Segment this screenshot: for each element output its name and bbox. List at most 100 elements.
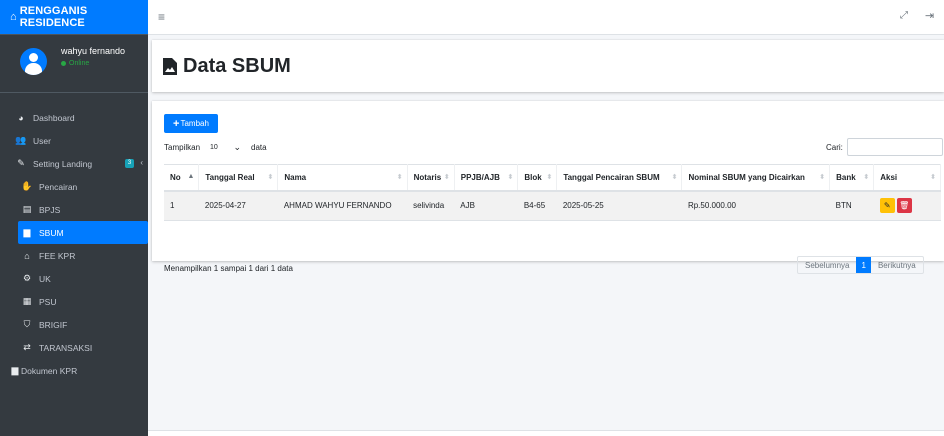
- search-control: Cari:: [826, 138, 943, 156]
- table-info: Menampilkan 1 sampai 1 dari 1 data: [164, 264, 293, 273]
- column-header-notaris[interactable]: Notaris ⬍: [407, 164, 455, 192]
- avatar[interactable]: [20, 48, 47, 75]
- sidebar-item-bpjs[interactable]: ▤ BPJS: [0, 198, 148, 221]
- sort-asc-icon: ▲: [187, 173, 195, 180]
- user-status-label: Online: [69, 60, 90, 67]
- sidebar-item-label: FEE KPR: [39, 250, 76, 261]
- add-button-label: Tambah: [180, 119, 209, 128]
- sidebar-item-label: Dokumen KPR: [21, 365, 78, 376]
- column-header-tanggal-real[interactable]: Tanggal Real ⬍: [198, 164, 279, 192]
- file-image-icon: [163, 57, 177, 75]
- footer: [148, 430, 944, 436]
- hamburger-menu-icon[interactable]: ≡: [158, 10, 165, 24]
- building-icon: ▦: [22, 296, 32, 306]
- user-name[interactable]: wahyu fernando: [61, 46, 125, 56]
- pagination-next[interactable]: Berikutnya: [871, 257, 923, 273]
- delete-button[interactable]: 🗑: [896, 198, 912, 214]
- column-header-ppjb-ajb[interactable]: PPJB/AJB ⬍: [454, 164, 519, 192]
- online-dot-icon: [61, 61, 66, 66]
- cell-nama: AHMAD WAHYU FERNANDO: [277, 190, 408, 221]
- chevron-left-icon: ‹: [140, 158, 143, 167]
- cell-ppjb-ajb: AJB: [454, 190, 518, 221]
- sort-icon: ⬍: [671, 174, 678, 181]
- logout-icon[interactable]: ⇥: [925, 9, 934, 22]
- page-title-text: Data SBUM: [183, 54, 291, 77]
- content-header: Data SBUM: [152, 40, 944, 92]
- shield-icon: ⛉: [23, 319, 31, 329]
- sidebar-item-sbum[interactable]: ▆ SBUM: [18, 221, 148, 244]
- sidebar-item-uk[interactable]: ⚙ UK: [0, 267, 148, 290]
- sidebar-item-label: Pencairan: [39, 181, 78, 192]
- sidebar-item-psu[interactable]: ▦ PSU: [0, 290, 148, 313]
- count-badge: 3: [125, 159, 134, 168]
- cell-notaris: selivinda: [407, 190, 455, 221]
- sidebar-item-user[interactable]: 👥 User: [0, 129, 148, 152]
- sidebar: ⌂ RENGGANIS RESIDENCE wahyu fernando Onl…: [0, 0, 148, 436]
- brand-name: RENGGANIS RESIDENCE: [19, 5, 88, 29]
- chevron-down-icon: ⌄: [233, 142, 242, 152]
- sidebar-item-pencairan[interactable]: ✋ Pencairan: [0, 175, 148, 198]
- sidebar-item-fee-kpr[interactable]: ⌂ FEE KPR: [0, 244, 148, 267]
- column-header-aksi[interactable]: Aksi ⬍: [873, 164, 941, 192]
- sort-icon: ⬍: [443, 174, 450, 181]
- sidebar-item-brigif[interactable]: ⛉ BRIGIF: [0, 313, 148, 336]
- sidebar-item-label: TARANSAKSI: [39, 342, 93, 353]
- trash-icon: 🗑: [899, 201, 910, 211]
- fullscreen-icon[interactable]: ⤢: [900, 10, 908, 21]
- column-header-nominal[interactable]: Nominal SBUM yang Dicairkan ⬍: [681, 164, 831, 192]
- user-panel: wahyu fernando Online: [0, 35, 148, 93]
- file-icon: ▆: [23, 227, 31, 237]
- sidebar-item-setting-landing[interactable]: ✎ Setting Landing 3 ‹: [0, 152, 148, 175]
- sidebar-item-label: PSU: [39, 296, 57, 307]
- edit-icon: ✎: [17, 158, 25, 168]
- sort-icon: ⬍: [546, 174, 553, 181]
- length-prefix: Tampilkan: [164, 143, 201, 152]
- tachometer-icon: ◕: [18, 112, 24, 123]
- cell-bank: BTN: [829, 190, 874, 221]
- data-card: + Tambah Tampilkan 10 ⌄ data Cari: No ▲ Ta…: [152, 101, 944, 274]
- length-select[interactable]: 10 ⌄: [204, 140, 247, 155]
- column-header-blok[interactable]: Blok ⬍: [517, 164, 558, 192]
- column-header-bank[interactable]: Bank ⬍: [829, 164, 875, 192]
- column-header-tanggal-pencairan[interactable]: Tanggal Pencairan SBUM ⬍: [556, 164, 683, 192]
- column-header-no[interactable]: No ▲: [164, 164, 200, 192]
- pagination-page-1[interactable]: 1: [856, 257, 871, 273]
- user-status: Online: [61, 60, 125, 67]
- sidebar-item-label: UK: [39, 273, 51, 284]
- cell-aksi: ✎ 🗑: [873, 190, 941, 221]
- users-icon: 👥: [15, 135, 27, 145]
- sidebar-item-dashboard[interactable]: ◕ Dashboard: [0, 106, 148, 129]
- sort-icon: ⬍: [396, 174, 403, 181]
- length-select-value: 10: [210, 144, 218, 151]
- plus-icon: +: [173, 117, 180, 130]
- sidebar-nav: ◕ Dashboard 👥 User ✎ Setting Landing 3 ‹ ✋ P…: [0, 106, 148, 382]
- sidebar-item-label: BRIGIF: [39, 319, 68, 330]
- hand-holding-dollar-icon: ✋: [21, 181, 33, 191]
- file-icon: ▆: [11, 365, 19, 375]
- cell-nominal: Rp.50.000.00: [681, 190, 830, 221]
- table-row: 1 2025-04-27 AHMAD WAHYU FERNANDO selivi…: [164, 190, 941, 221]
- cell-tanggal-pencairan: 2025-05-25: [556, 190, 682, 221]
- home-icon: ⌂: [10, 11, 17, 23]
- edit-button[interactable]: ✎: [879, 198, 895, 214]
- home-icon: ⌂: [24, 250, 30, 261]
- sort-icon: ⬍: [930, 174, 936, 181]
- sort-icon: ⬍: [267, 174, 274, 181]
- sidebar-item-label: Setting Landing: [33, 158, 93, 169]
- sidebar-item-label: BPJS: [39, 204, 61, 215]
- search-input[interactable]: [846, 138, 943, 156]
- add-button[interactable]: + Tambah: [164, 114, 218, 133]
- sort-icon: ⬍: [507, 174, 514, 181]
- sidebar-item-label: SBUM: [39, 227, 64, 238]
- sidebar-item-taransaksi[interactable]: ⇄ TARANSAKSI: [0, 336, 148, 359]
- search-label: Cari:: [826, 142, 843, 152]
- pagination-prev[interactable]: Sebelumnya: [798, 257, 856, 273]
- sidebar-item-dokumen-kpr[interactable]: ▆ Dokumen KPR: [0, 359, 148, 382]
- cell-tanggal-real: 2025-04-27: [198, 190, 278, 221]
- brand-link[interactable]: ⌂ RENGGANIS RESIDENCE: [0, 0, 148, 35]
- clipboard-icon: ▤: [22, 204, 32, 214]
- cogs-icon: ⚙: [22, 273, 32, 283]
- column-header-nama[interactable]: Nama ⬍: [277, 164, 408, 192]
- topbar: ≡ ⤢ ⇥: [148, 0, 944, 35]
- page-title: Data SBUM: [162, 55, 291, 78]
